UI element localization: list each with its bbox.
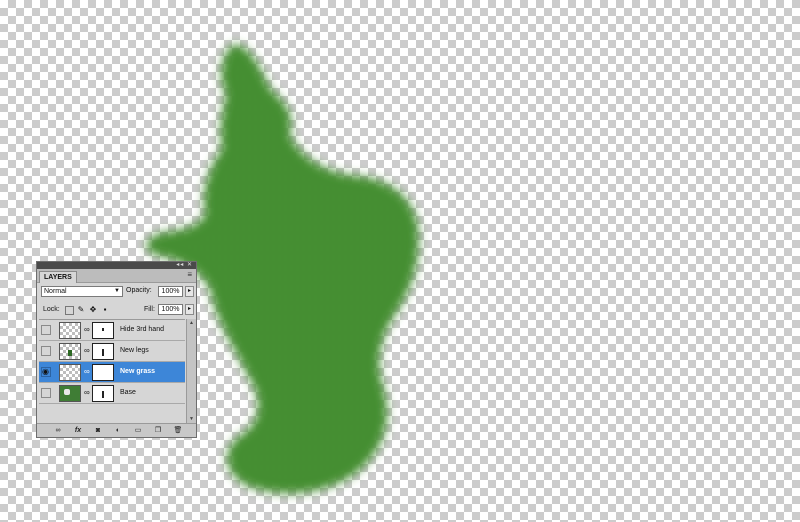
layer-mask-thumbnail[interactable] xyxy=(92,364,114,381)
scroll-up-icon[interactable]: ▲ xyxy=(187,319,196,327)
eye-icon: ◉ xyxy=(42,367,49,376)
mask-icon[interactable]: ◙ xyxy=(93,426,103,435)
opacity-slider-arrow-icon[interactable]: ▸ xyxy=(185,286,194,297)
layer-thumbnail xyxy=(59,364,81,381)
layer-thumbnail xyxy=(59,322,81,339)
layer-row-hide-3rd-hand[interactable]: ∞ Hide 3rd hand xyxy=(39,320,185,341)
lock-transparent-icon[interactable] xyxy=(65,306,74,315)
chevron-down-icon: ▼ xyxy=(114,288,120,294)
collapse-close-buttons[interactable]: ◂◂ ✕ xyxy=(176,262,193,269)
blend-row: Normal ▼ Opacity: 100% ▸ xyxy=(41,286,194,298)
lock-paint-brush-icon[interactable]: ✎ xyxy=(77,305,85,314)
lock-row: Lock: ✎ ✥ ▪ Fill: 100% ▸ xyxy=(41,304,194,316)
layer-name: New grass xyxy=(120,368,156,375)
scroll-down-icon[interactable]: ▼ xyxy=(187,415,196,423)
blend-mode-select[interactable]: Normal ▼ xyxy=(41,286,123,297)
tab-layers[interactable]: LAYERS xyxy=(39,271,77,283)
layer-row-new-legs[interactable]: ∞ New legs xyxy=(39,341,185,362)
layer-row-new-grass[interactable]: ◉ ∞ New grass xyxy=(39,362,185,383)
link-layers-icon[interactable]: ∞ xyxy=(53,426,63,435)
visibility-toggle[interactable] xyxy=(41,388,51,398)
lock-move-icon[interactable]: ✥ xyxy=(89,305,97,314)
panel-tab-row: LAYERS ≡ xyxy=(37,269,196,283)
visibility-toggle[interactable] xyxy=(41,346,51,356)
fill-label: Fill: xyxy=(144,306,155,313)
fill-input[interactable]: 100% xyxy=(158,304,183,315)
layer-thumbnail xyxy=(59,343,81,360)
chain-link-icon[interactable]: ∞ xyxy=(84,325,90,335)
adjustment-icon[interactable]: ◐ xyxy=(113,426,123,435)
layer-name: New legs xyxy=(120,347,149,354)
layer-mask-thumbnail[interactable] xyxy=(92,343,114,360)
panel-titlebar[interactable]: ◂◂ ✕ xyxy=(37,262,196,269)
panel-menu-icon[interactable]: ≡ xyxy=(187,270,192,279)
fill-slider-arrow-icon[interactable]: ▸ xyxy=(185,304,194,315)
chain-link-icon[interactable]: ∞ xyxy=(84,346,90,356)
opacity-label: Opacity: xyxy=(126,287,152,294)
opacity-input[interactable]: 100% xyxy=(158,286,183,297)
layer-mask-thumbnail[interactable] xyxy=(92,385,114,402)
layers-panel: ◂◂ ✕ LAYERS ≡ Normal ▼ Opacity: 100% ▸ L… xyxy=(36,261,197,438)
chain-link-icon[interactable]: ∞ xyxy=(84,367,90,377)
fx-icon[interactable]: fx xyxy=(73,426,83,435)
panel-footer: ∞ fx ◙ ◐ ▭ ❐ 🗑 xyxy=(37,423,196,437)
blend-mode-value: Normal xyxy=(44,288,67,295)
trash-icon[interactable]: 🗑 xyxy=(173,426,183,435)
layer-name: Base xyxy=(120,389,136,396)
lock-all-icon[interactable]: ▪ xyxy=(101,305,109,314)
layer-thumbnail xyxy=(59,385,81,402)
layer-row-base[interactable]: ∞ Base xyxy=(39,383,185,404)
visibility-toggle[interactable] xyxy=(41,325,51,335)
layers-list: ∞ Hide 3rd hand ∞ New legs ◉ ∞ New grass… xyxy=(39,319,185,424)
new-layer-icon[interactable]: ❐ xyxy=(153,426,163,435)
group-icon[interactable]: ▭ xyxy=(133,426,143,435)
layer-mask-thumbnail[interactable] xyxy=(92,322,114,339)
visibility-toggle[interactable]: ◉ xyxy=(41,367,51,377)
lock-label: Lock: xyxy=(43,306,60,313)
layer-name: Hide 3rd hand xyxy=(120,326,164,333)
chain-link-icon[interactable]: ∞ xyxy=(84,388,90,398)
layers-scrollbar[interactable]: ▲ ▼ xyxy=(186,319,196,423)
